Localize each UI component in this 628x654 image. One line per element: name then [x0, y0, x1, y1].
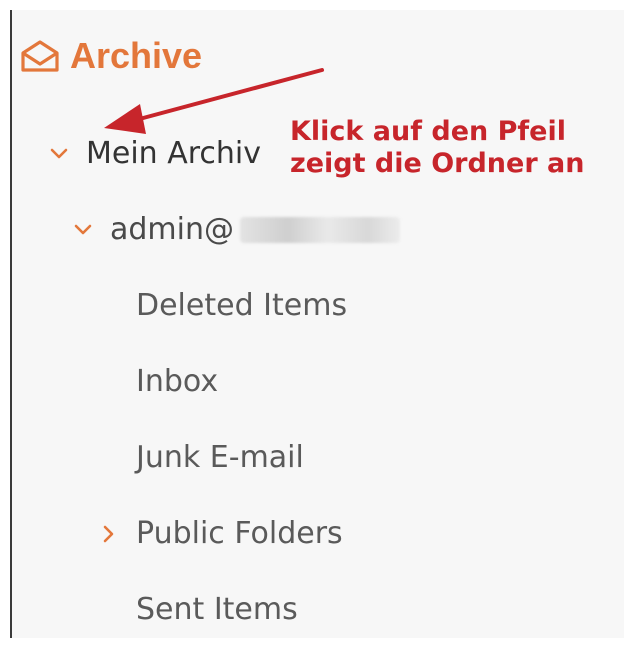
tree-item-label: Mein Archiv — [86, 136, 262, 171]
folder-junk-email[interactable]: Junk E-mail — [136, 440, 304, 475]
chevron-down-icon[interactable] — [70, 217, 96, 243]
annotation-line-1: Klick auf den Pfeil — [290, 116, 566, 147]
folder-label: Sent Items — [136, 592, 298, 627]
envelope-open-icon — [20, 36, 60, 76]
chevron-right-icon[interactable] — [96, 521, 122, 547]
archive-title: Archive — [70, 35, 203, 76]
folder-public-folders[interactable]: Public Folders — [96, 516, 343, 551]
folder-deleted-items[interactable]: Deleted Items — [136, 288, 347, 323]
tree-item-account[interactable]: admin@ — [70, 212, 400, 247]
folder-inbox[interactable]: Inbox — [136, 364, 218, 399]
folder-label: Deleted Items — [136, 288, 348, 323]
archive-panel: Archive Mein Archiv admin@ Deleted Items… — [0, 0, 628, 654]
annotation-text: Klick auf den Pfeil zeigt die Ordner an — [290, 116, 585, 181]
redacted-email — [240, 216, 400, 243]
folder-label: Public Folders — [136, 516, 343, 551]
tree-item-label: admin@ — [110, 212, 234, 247]
folder-label: Junk E-mail — [136, 440, 304, 475]
chevron-down-icon[interactable] — [46, 141, 72, 167]
annotation-line-2: zeigt die Ordner an — [290, 148, 585, 180]
archive-header: Archive — [20, 36, 202, 76]
tree-item-mein-archiv[interactable]: Mein Archiv — [46, 136, 261, 171]
folder-sent-items[interactable]: Sent Items — [136, 592, 298, 627]
folder-label: Inbox — [136, 364, 219, 399]
